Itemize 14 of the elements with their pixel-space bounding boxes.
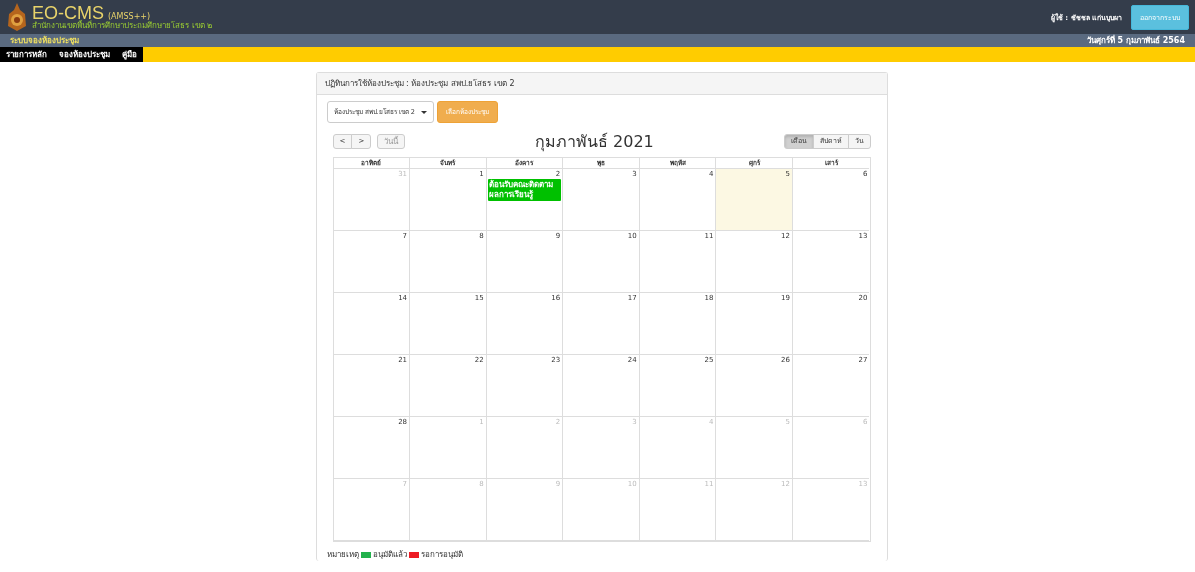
legend-label: หมายเหตุ xyxy=(326,549,359,561)
caret-icon xyxy=(420,110,427,114)
menu-item[interactable]: คู่มือ xyxy=(122,48,137,61)
current-date: วันศุกร์ที่ 5 กุมภาพันธ์ 2564 xyxy=(1086,34,1185,47)
logo-suffix: (AMSS++) xyxy=(108,13,151,21)
office-subtitle: สำนักงานเขตพื้นที่การศึกษาประถมศึกษายโสธร เขต ๒ xyxy=(32,22,213,30)
month-title: กุมภาพันธ์ 2021 xyxy=(533,131,655,154)
emblem-icon xyxy=(6,2,28,32)
legend-text: รอการอนุมัติ xyxy=(420,549,463,561)
menu-item[interactable]: รายการหลัก xyxy=(6,48,47,61)
legend-text: อนุมัติแล้ว xyxy=(372,549,407,561)
system-title: ระบบจองห้องประชุม xyxy=(10,35,79,47)
menu-item[interactable]: จองห้องประชุม xyxy=(59,48,110,61)
panel-heading: ปฏิทินการใช้ห้องประชุม : ห้องประชุม สพป.ยโสธร เขต 2 xyxy=(316,73,887,95)
